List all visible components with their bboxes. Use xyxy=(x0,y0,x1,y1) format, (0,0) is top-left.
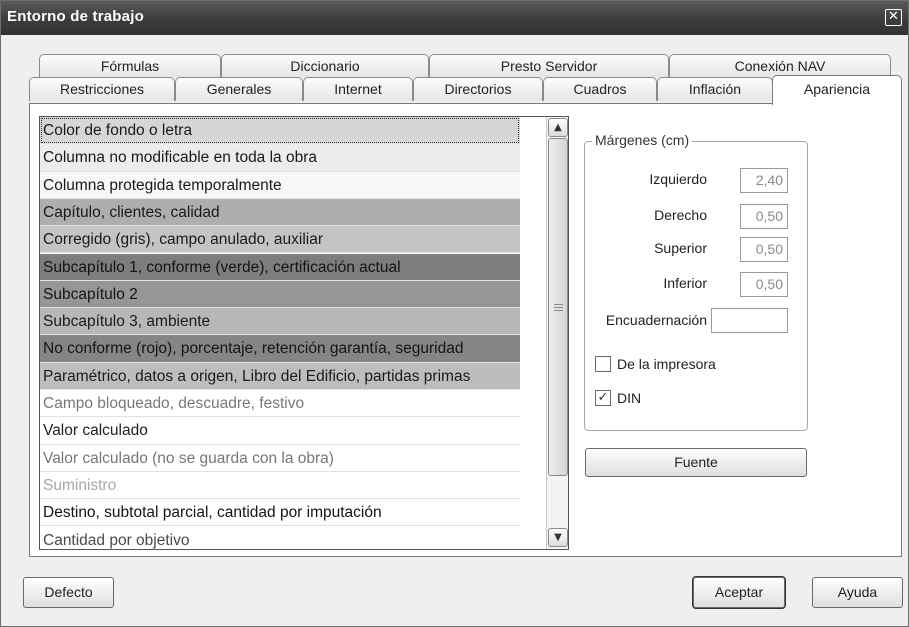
tab-restricciones[interactable]: Restricciones xyxy=(29,77,175,101)
tab-directorios[interactable]: Directorios xyxy=(413,77,543,101)
list-item[interactable]: Suministro xyxy=(40,471,520,500)
list-item[interactable]: Subcapítulo 2 xyxy=(40,280,520,309)
margins-legend: Márgenes (cm) xyxy=(592,132,693,148)
tab-label: Diccionario xyxy=(290,58,360,74)
list-scrollbar[interactable]: ▲ ▼ xyxy=(546,117,568,549)
list-item[interactable]: No conforme (rojo), porcentaje, retenció… xyxy=(40,335,520,363)
tab-label: Apariencia xyxy=(803,81,871,97)
list-item[interactable]: Columna no modificable en toda la obra xyxy=(40,144,520,172)
fuente-button[interactable]: Fuente xyxy=(585,448,807,477)
aceptar-button[interactable]: Aceptar xyxy=(692,576,786,609)
tab-label: Internet xyxy=(334,81,382,97)
inferior-label: Inferior xyxy=(663,275,707,291)
tab-cuadros[interactable]: Cuadros xyxy=(543,77,657,101)
tab-label: Inflación xyxy=(688,81,742,97)
list-item[interactable]: Paramétrico, datos a origen, Libro del E… xyxy=(40,362,520,390)
tab-diccionario[interactable]: Diccionario xyxy=(221,54,429,77)
tab-inflacion[interactable]: Inflación xyxy=(657,77,773,101)
list-item[interactable]: Color de fondo o letra xyxy=(40,117,520,145)
tab-label: Conexión NAV xyxy=(734,58,826,74)
izquierdo-field[interactable]: 2,40 xyxy=(740,168,788,193)
ayuda-button[interactable]: Ayuda xyxy=(812,577,903,608)
scroll-up-icon[interactable]: ▲ xyxy=(548,118,568,137)
derecho-field[interactable]: 0,50 xyxy=(740,204,788,229)
tab-presto-servidor[interactable]: Presto Servidor xyxy=(429,54,669,77)
izquierdo-label: Izquierdo xyxy=(649,171,707,187)
color-style-list[interactable]: Color de fondo o letra Columna no modific… xyxy=(39,116,569,550)
close-icon[interactable]: ✕ xyxy=(885,9,902,26)
list-item[interactable]: Subcapítulo 1, conforme (verde), certifi… xyxy=(40,253,520,281)
tab-apariencia[interactable]: Apariencia xyxy=(772,75,902,105)
tab-formulas[interactable]: Fórmulas xyxy=(39,54,221,77)
grip-icon xyxy=(554,304,563,312)
list-item[interactable]: Destino, subtotal parcial, cantidad por … xyxy=(40,499,520,527)
encuadernacion-field[interactable] xyxy=(711,308,788,333)
tab-label: Directorios xyxy=(444,81,512,97)
tab-generales[interactable]: Generales xyxy=(175,77,303,101)
dialog-window: Entorno de trabajo ✕ Fórmulas Diccionari… xyxy=(0,0,909,627)
de-la-impresora-checkbox[interactable] xyxy=(595,356,611,372)
list-item[interactable]: Valor calculado (no se guarda con la obr… xyxy=(40,444,520,472)
tab-label: Presto Servidor xyxy=(500,58,598,74)
derecho-label: Derecho xyxy=(654,207,707,223)
scroll-thumb[interactable] xyxy=(548,138,568,476)
list-item[interactable]: Columna protegida temporalmente xyxy=(40,171,520,199)
tab-label: Restricciones xyxy=(59,81,145,97)
scroll-down-icon[interactable]: ▼ xyxy=(548,528,568,547)
din-checkbox[interactable]: ✓ xyxy=(595,390,611,406)
list-item[interactable]: Cantidad por objetivo xyxy=(40,526,520,549)
list-item[interactable]: Campo bloqueado, descuadre, festivo xyxy=(40,390,520,418)
tab-label: Generales xyxy=(206,81,272,97)
window-title: Entorno de trabajo xyxy=(7,8,144,25)
inferior-field[interactable]: 0,50 xyxy=(740,272,788,297)
tab-internet[interactable]: Internet xyxy=(303,77,413,101)
list-item[interactable]: Valor calculado xyxy=(40,417,520,445)
tab-label: Cuadros xyxy=(573,81,627,97)
encuadernacion-label: Encuadernación xyxy=(605,312,707,328)
din-label[interactable]: DIN xyxy=(617,390,641,406)
superior-field[interactable]: 0,50 xyxy=(740,237,788,262)
tab-label: Fórmulas xyxy=(100,58,160,74)
list-item[interactable]: Subcapítulo 3, ambiente xyxy=(40,308,520,336)
de-la-impresora-label[interactable]: De la impresora xyxy=(617,356,716,372)
title-bar[interactable]: Entorno de trabajo ✕ xyxy=(1,1,908,35)
list-item[interactable]: Capítulo, clientes, calidad xyxy=(40,198,520,227)
defecto-button[interactable]: Defecto xyxy=(23,577,114,608)
list-item[interactable]: Corregido (gris), campo anulado, auxilia… xyxy=(40,226,520,254)
superior-label: Superior xyxy=(654,240,707,256)
tab-conexion-nav[interactable]: Conexión NAV xyxy=(669,54,891,77)
